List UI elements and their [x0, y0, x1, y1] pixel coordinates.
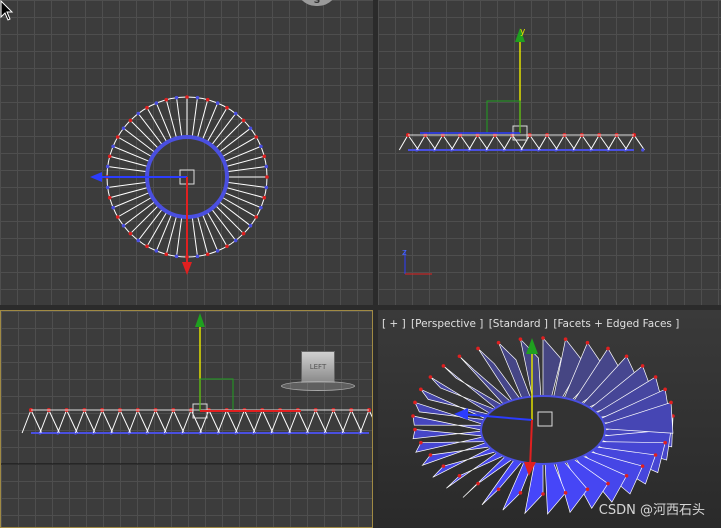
cursor-arrow-icon — [0, 0, 14, 21]
view-cube-ring[interactable] — [281, 381, 355, 391]
viewport-perspective[interactable]: [ + ] [Perspective ] [Standard ] [Facets… — [378, 310, 721, 528]
viewport-top[interactable]: S — [0, 0, 373, 305]
top-view-ring-gear — [90, 95, 269, 275]
watermark: CSDN @河西石头 — [598, 503, 705, 518]
axis-y-label: y — [520, 27, 526, 37]
perspective-ring-gear — [411, 336, 675, 515]
view-cube-label: LEFT — [309, 363, 327, 371]
view-cube-icon[interactable]: LEFT — [301, 351, 335, 383]
viewport-left[interactable]: LEFT — [0, 310, 373, 528]
left-view-ring-gear — [1, 313, 372, 465]
front-view-ring-gear — [398, 28, 645, 275]
axis-z-label: z — [402, 248, 407, 258]
viewport-front[interactable]: y z — [378, 0, 721, 305]
